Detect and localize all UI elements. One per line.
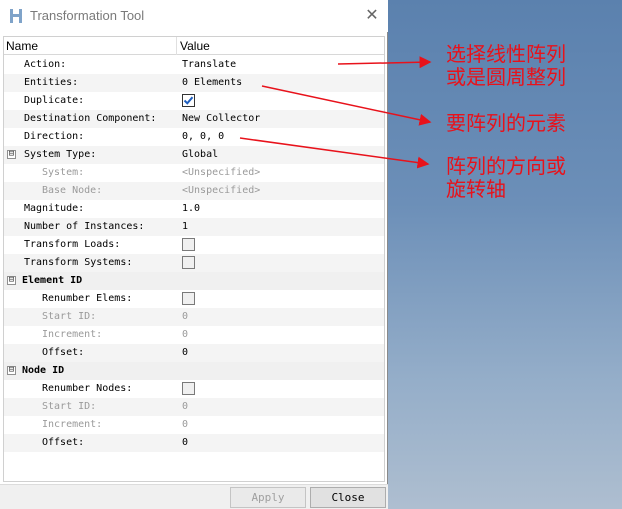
row-label: Duplicate:	[24, 95, 85, 106]
row-label: Offset:	[42, 347, 85, 358]
row-system[interactable]: System: <Unspecified>	[4, 164, 384, 182]
node-offset-value[interactable]: 0	[182, 437, 188, 448]
title-bar[interactable]: Transformation Tool ✕	[0, 0, 388, 32]
row-duplicate[interactable]: Duplicate:	[4, 92, 384, 110]
row-node-offset[interactable]: Offset: 0	[4, 434, 384, 452]
renumber-nodes-checkbox[interactable]	[182, 382, 195, 395]
renumber-elems-checkbox[interactable]	[182, 292, 195, 305]
row-base-node[interactable]: Base Node: <Unspecified>	[4, 182, 384, 200]
row-transform-systems[interactable]: Transform Systems:	[4, 254, 384, 272]
elem-offset-value[interactable]: 0	[182, 347, 188, 358]
node-start-id-value[interactable]: 0	[182, 401, 188, 412]
annotation-direction-line2: 旋转轴	[446, 177, 506, 201]
base-node-value[interactable]: <Unspecified>	[182, 185, 260, 196]
collapse-toggle-icon[interactable]: ⊟	[7, 366, 16, 375]
app-logo-icon	[10, 9, 22, 23]
annotation-entities: 要阵列的元素	[446, 111, 566, 135]
transform-systems-checkbox[interactable]	[182, 256, 195, 269]
row-label: System:	[42, 167, 85, 178]
close-icon[interactable]: ✕	[362, 6, 382, 26]
dialog-footer: Apply Close	[0, 484, 388, 509]
row-label: Renumber Nodes:	[42, 383, 133, 394]
system-value[interactable]: <Unspecified>	[182, 167, 260, 178]
row-label: Transform Systems:	[24, 257, 133, 268]
row-action[interactable]: Action: Translate	[4, 56, 384, 74]
row-label: Destination Component:	[24, 113, 157, 124]
system-type-value[interactable]: Global	[182, 149, 218, 160]
row-label: Increment:	[42, 329, 103, 340]
transform-loads-checkbox[interactable]	[182, 238, 195, 251]
destination-component-value[interactable]: New Collector	[182, 113, 260, 124]
group-element-id[interactable]: ⊟ Element ID	[4, 272, 384, 290]
row-direction[interactable]: Direction: 0, 0, 0	[4, 128, 384, 146]
row-label: Action:	[24, 59, 67, 70]
collapse-toggle-icon[interactable]: ⊟	[7, 150, 16, 159]
duplicate-checkbox[interactable]	[182, 94, 195, 107]
close-button[interactable]: Close	[310, 487, 386, 508]
group-node-id[interactable]: ⊟ Node ID	[4, 362, 384, 380]
row-transform-loads[interactable]: Transform Loads:	[4, 236, 384, 254]
row-label: Start ID:	[42, 311, 97, 322]
row-node-increment[interactable]: Increment: 0	[4, 416, 384, 434]
row-system-type[interactable]: ⊟ System Type: Global	[4, 146, 384, 164]
elem-increment-value[interactable]: 0	[182, 329, 188, 340]
annotation-action-line2: 或是圆周整列	[446, 65, 566, 89]
row-entities[interactable]: Entities: 0 Elements	[4, 74, 384, 92]
table-header: Name Value	[4, 37, 384, 55]
row-label: Direction:	[24, 131, 85, 142]
row-label: Start ID:	[42, 401, 97, 412]
magnitude-value[interactable]: 1.0	[182, 203, 200, 214]
row-node-start-id[interactable]: Start ID: 0	[4, 398, 384, 416]
action-value[interactable]: Translate	[182, 59, 236, 70]
row-magnitude[interactable]: Magnitude: 1.0	[4, 200, 384, 218]
row-label: System Type:	[24, 149, 97, 160]
row-label: Number of Instances:	[24, 221, 145, 232]
collapse-toggle-icon[interactable]: ⊟	[7, 276, 16, 285]
row-destination-component[interactable]: Destination Component: New Collector	[4, 110, 384, 128]
window-title: Transformation Tool	[30, 8, 145, 23]
row-label: Transform Loads:	[24, 239, 121, 250]
row-number-of-instances[interactable]: Number of Instances: 1	[4, 218, 384, 236]
column-divider[interactable]	[176, 37, 177, 55]
group-label: Node ID	[22, 365, 65, 376]
apply-button[interactable]: Apply	[230, 487, 306, 508]
row-label: Offset:	[42, 437, 85, 448]
row-label: Increment:	[42, 419, 103, 430]
row-renumber-nodes[interactable]: Renumber Nodes:	[4, 380, 384, 398]
group-label: Element ID	[22, 275, 83, 286]
row-label: Magnitude:	[24, 203, 85, 214]
direction-value[interactable]: 0, 0, 0	[182, 131, 224, 142]
column-header-name: Name	[6, 39, 39, 53]
row-label: Renumber Elems:	[42, 293, 133, 304]
transformation-tool-dialog: Transformation Tool ✕ Name Value Action:…	[0, 0, 388, 509]
node-increment-value[interactable]: 0	[182, 419, 188, 430]
row-label: Base Node:	[42, 185, 103, 196]
annotation-action-line1: 选择线性阵列	[446, 42, 566, 66]
row-elem-increment[interactable]: Increment: 0	[4, 326, 384, 344]
row-renumber-elems[interactable]: Renumber Elems:	[4, 290, 384, 308]
elem-start-id-value[interactable]: 0	[182, 311, 188, 322]
annotation-direction-line1: 阵列的方向或	[446, 154, 566, 178]
row-label: Entities:	[24, 77, 79, 88]
checkmark-icon	[183, 96, 194, 105]
property-table: Name Value Action: Translate Entities: 0…	[3, 36, 385, 482]
column-header-value: Value	[180, 39, 210, 53]
row-elem-start-id[interactable]: Start ID: 0	[4, 308, 384, 326]
number-of-instances-value[interactable]: 1	[182, 221, 188, 232]
row-elem-offset[interactable]: Offset: 0	[4, 344, 384, 362]
entities-value[interactable]: 0 Elements	[182, 77, 242, 88]
